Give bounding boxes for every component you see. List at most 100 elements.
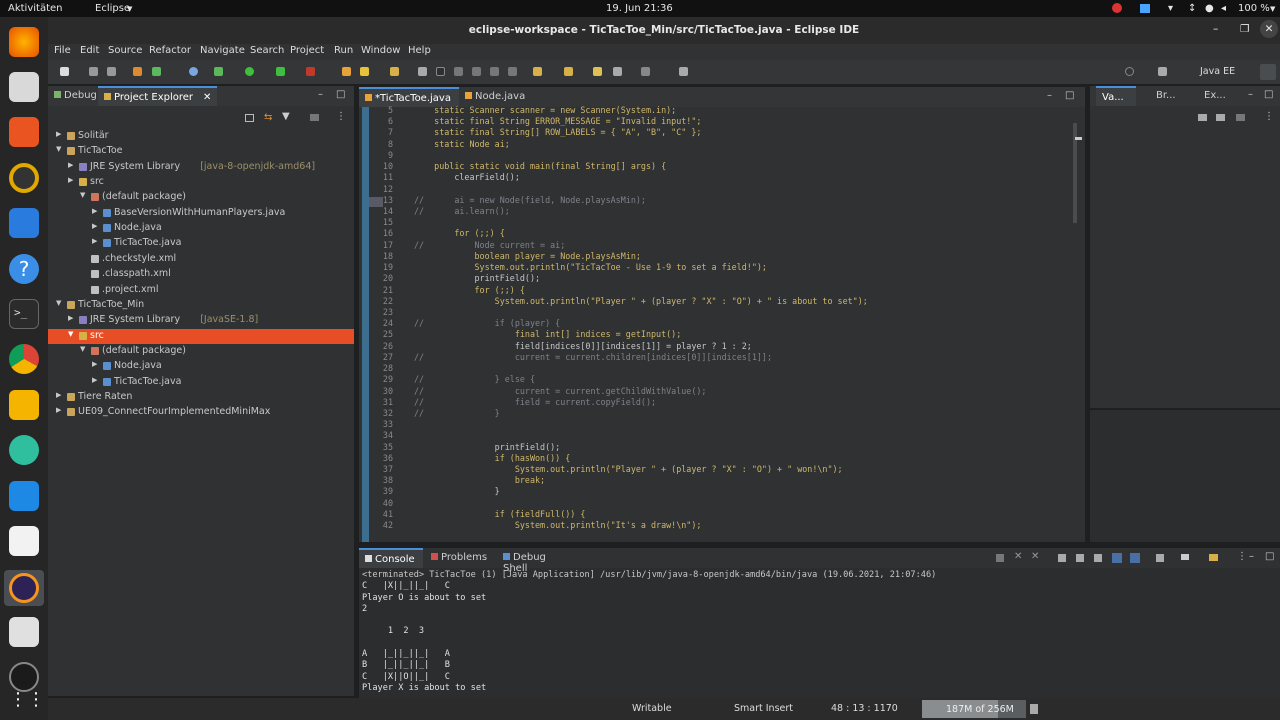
prev-annotation-icon[interactable]	[564, 67, 573, 76]
editor-maximize-icon[interactable]: □	[1065, 90, 1074, 101]
system-menu-chevron-icon[interactable]: ▼	[1270, 5, 1275, 13]
maximize-view-icon[interactable]: □	[336, 89, 345, 100]
menu-edit[interactable]: Edit	[80, 45, 99, 56]
pin-console-icon[interactable]	[1156, 554, 1164, 562]
view-menu-icon[interactable]: ⋮	[336, 111, 346, 122]
whitespace-icon[interactable]	[490, 67, 499, 76]
right-minimize-icon[interactable]: –	[1248, 89, 1253, 100]
filter-icon[interactable]: ▼	[282, 111, 290, 122]
tree-item[interactable]: .classpath.xml	[48, 267, 354, 282]
tree-item[interactable]: ▶ JRE System Library [JavaSE-1.8]	[48, 313, 354, 328]
last-edit-icon[interactable]	[593, 67, 602, 76]
mark-occurrences-icon[interactable]	[418, 67, 427, 76]
code-line[interactable]: // } else {	[414, 374, 535, 384]
chrome-icon[interactable]	[9, 344, 39, 374]
remove-launch-icon[interactable]: ✕	[1014, 551, 1022, 562]
collapsed-chevron-icon[interactable]: ▶	[92, 207, 97, 215]
open-console-dropdown-icon[interactable]	[1209, 554, 1218, 561]
close-button[interactable]: ✕	[1260, 20, 1278, 38]
code-line[interactable]: clearField();	[414, 172, 520, 182]
code-line[interactable]: // current = current.children[indices[0]…	[414, 352, 772, 362]
menu-project[interactable]: Project	[290, 45, 324, 56]
code-line[interactable]: System.out.println("Player " + (player ?…	[414, 296, 868, 306]
tree-item[interactable]: ▼ (default package)	[48, 344, 354, 359]
minimize-view-icon[interactable]: –	[318, 89, 323, 100]
tab-variables[interactable]: Va...	[1096, 86, 1136, 106]
collapsed-chevron-icon[interactable]: ▶	[68, 176, 73, 184]
show-types-icon[interactable]	[1198, 114, 1207, 121]
tree-item[interactable]: ▶ BaseVersionWithHumanPlayers.java	[48, 206, 354, 221]
word-wrap-console-icon[interactable]	[1094, 554, 1102, 562]
collapsed-chevron-icon[interactable]: ▶	[68, 161, 73, 169]
tree-item[interactable]: ▶ Tiere Raten	[48, 390, 354, 405]
menu-run[interactable]: Run	[334, 45, 353, 56]
show-apps-icon[interactable]: ⋮⋮⋮	[9, 685, 63, 715]
editor-minimize-icon[interactable]: –	[1047, 90, 1052, 101]
code-line[interactable]: static Scanner scanner = new Scanner(Sys…	[414, 105, 676, 115]
code-line[interactable]: // }	[414, 408, 500, 418]
expanded-chevron-icon[interactable]: ▼	[56, 145, 61, 153]
code-line[interactable]: static final String[] ROW_LABELS = { "A"…	[414, 127, 701, 137]
tree-item[interactable]: ▼ (default package)	[48, 190, 354, 205]
tab-console[interactable]: Console	[359, 548, 423, 568]
save-icon[interactable]	[89, 67, 98, 76]
display-console-icon[interactable]	[1181, 554, 1189, 560]
open-type-icon[interactable]	[390, 67, 399, 76]
tree-item[interactable]: ▶ TicTacToe.java	[48, 236, 354, 251]
code-line[interactable]: boolean player = Node.playsAsMin;	[414, 251, 641, 261]
show-on-stderr-icon[interactable]	[1130, 553, 1140, 563]
eclipse-icon[interactable]	[9, 573, 39, 603]
microphone-icon[interactable]: ●	[1205, 3, 1214, 14]
code-line[interactable]: System.out.println("TicTacToe - Use 1-9 …	[414, 262, 767, 272]
rhythmbox-icon[interactable]	[9, 163, 39, 193]
coverage-icon[interactable]	[276, 67, 285, 76]
save-all-icon[interactable]	[107, 67, 116, 76]
open-console-icon[interactable]	[679, 67, 688, 76]
menu-help[interactable]: Help	[408, 45, 431, 56]
focus-icon[interactable]	[310, 114, 319, 121]
code-line[interactable]: System.out.println("It's a draw!\n");	[414, 520, 702, 530]
code-line[interactable]: // field = current.copyField();	[414, 397, 656, 407]
code-view[interactable]: 5 static Scanner scanner = new Scanner(S…	[359, 105, 1085, 542]
network-icon[interactable]: ↕	[1188, 3, 1196, 14]
code-line[interactable]: // ai.learn();	[414, 206, 510, 216]
tree-item[interactable]: .checkstyle.xml	[48, 252, 354, 267]
tree-item[interactable]: ▶ UE09_ConnectFourImplementedMiniMax	[48, 405, 354, 420]
code-line[interactable]: // current = current.getChildWithValue()…	[414, 386, 706, 396]
files-icon[interactable]	[9, 72, 39, 102]
collapsed-chevron-icon[interactable]: ▶	[92, 360, 97, 368]
code-line[interactable]: for (;;) {	[414, 228, 504, 238]
link-editor-icon[interactable]: ⇆	[264, 112, 272, 123]
code-line[interactable]: field[indices[0]][indices[1]] = player ?…	[414, 341, 752, 351]
collapsed-chevron-icon[interactable]: ▶	[56, 391, 61, 399]
mail-icon[interactable]	[9, 435, 39, 465]
new-package-icon[interactable]	[360, 67, 369, 76]
menu-file[interactable]: File	[54, 45, 71, 56]
collapse-icon[interactable]	[1216, 114, 1225, 121]
expanded-chevron-icon[interactable]: ▼	[56, 299, 61, 307]
console-maximize-icon[interactable]: □	[1265, 551, 1274, 562]
expanded-chevron-icon[interactable]: ▼	[80, 191, 85, 199]
collapsed-chevron-icon[interactable]: ▶	[68, 314, 73, 322]
tab-problems[interactable]: Problems	[425, 548, 497, 568]
terminal-icon[interactable]: >_	[9, 299, 39, 329]
console-minimize-icon[interactable]: –	[1249, 551, 1254, 562]
tree-item[interactable]: ▶ Node.java	[48, 221, 354, 236]
tree-item[interactable]: ▼ TicTacToe_Min	[48, 298, 354, 313]
heap-status-bar[interactable]: 187M of 256M	[922, 700, 1026, 718]
tree-item[interactable]: ▶ JRE System Library [java-8-openjdk-amd64…	[48, 160, 354, 175]
maximize-button[interactable]: ❐	[1240, 23, 1249, 35]
menu-source[interactable]: Source	[108, 45, 142, 56]
code-line[interactable]: // Node current = ai;	[414, 240, 565, 250]
battery-level[interactable]: 100 %	[1238, 3, 1270, 14]
app-menu[interactable]: Eclipse	[95, 3, 130, 14]
collapse-all-icon[interactable]	[245, 114, 254, 122]
scroll-lock-icon[interactable]	[1076, 554, 1084, 562]
terminate-icon[interactable]	[996, 554, 1004, 562]
code-line[interactable]: public static void main(final String[] a…	[414, 161, 666, 171]
tab-project-explorer[interactable]: Project Explorer ✕	[98, 86, 218, 106]
open-perspective-icon[interactable]	[1158, 67, 1167, 76]
menu-refactor[interactable]: Refactor	[149, 45, 191, 56]
clock[interactable]: 19. Jun 21:36	[606, 3, 673, 14]
minimize-button[interactable]: –	[1213, 23, 1218, 35]
